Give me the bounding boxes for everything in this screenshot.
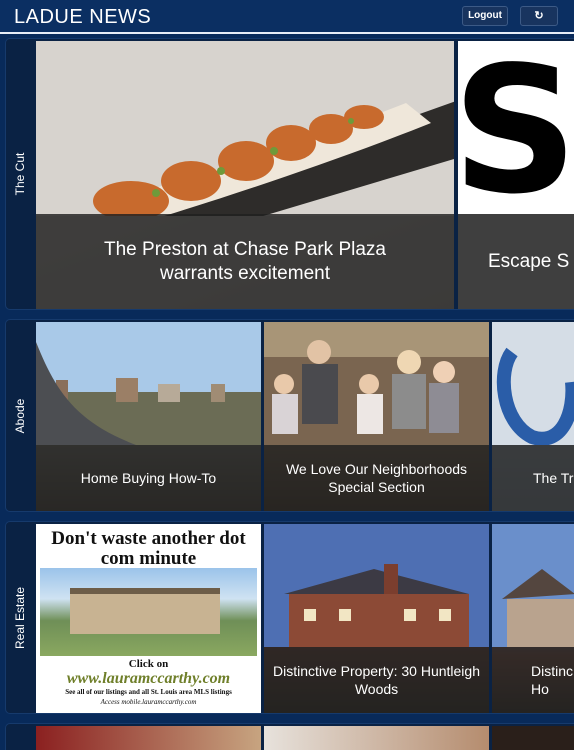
card-caption: The Preston at Chase Park Plaza warrants… (36, 214, 454, 309)
skyline-photo (36, 322, 261, 445)
article-card-distinctive-property[interactable]: Distinctive Property: 30 Huntleigh Woods (264, 524, 489, 713)
article-card-neighborhoods[interactable]: We Love Our Neighborhoods Special Sectio… (264, 322, 489, 511)
ad-house-shape (70, 588, 220, 634)
top-bar: LADUE NEWS Logout ↻ (0, 0, 574, 34)
section-label-column: The Cut (6, 39, 34, 309)
article-card-trend[interactable]: The Tr (492, 322, 574, 511)
article-card-partial-2[interactable] (264, 726, 489, 750)
article-card-home-buying[interactable]: Home Buying How-To (36, 322, 261, 511)
ad-click-text: Click on (128, 658, 169, 670)
ad-access-text: Access mobile.lauramccarthy.com (100, 698, 197, 706)
property-photo (264, 524, 489, 647)
ad-headline: Don't waste another dot com minute (51, 528, 246, 569)
card-caption: We Love Our Neighborhoods Special Sectio… (264, 445, 489, 511)
food-photo (36, 41, 454, 216)
advertisement-card[interactable]: Don't waste another dot com minute Click… (36, 524, 261, 713)
section-label-column: Real Estate (6, 522, 34, 713)
section-label-column: Abode (6, 320, 34, 511)
card-caption: Escape S (458, 214, 574, 309)
trend-photo (492, 322, 574, 445)
refresh-icon: ↻ (534, 10, 544, 22)
card-caption: Distinc Ho (492, 647, 574, 713)
escape-image-text: SC (458, 41, 574, 216)
article-card-distinctive-2[interactable]: Distinc Ho (492, 524, 574, 713)
app-logo: LADUE NEWS (14, 6, 152, 28)
section-abode: Abode Home Buying How-To We Love Our Nei… (5, 319, 574, 512)
section-partial (5, 723, 574, 750)
card-caption: The Tr (492, 445, 574, 511)
ad-listings-text: See all of our listings and all St. Loui… (65, 688, 232, 696)
ad-url[interactable]: www.lauramccarthy.com (36, 670, 261, 688)
card-caption: Home Buying How-To (36, 445, 261, 511)
family-photo (264, 322, 489, 445)
section-label: The Cut (13, 152, 27, 196)
logout-button[interactable]: Logout (462, 6, 508, 26)
article-card-partial-3[interactable] (492, 726, 574, 750)
refresh-button[interactable]: ↻ (520, 6, 558, 26)
property-photo-2 (492, 524, 574, 647)
article-card-partial-1[interactable] (36, 726, 261, 750)
section-the-cut: The Cut The Preston at Chase Park Plaza … (5, 38, 574, 310)
card-caption: Distinctive Property: 30 Huntleigh Woods (264, 647, 489, 713)
article-card-preston[interactable]: The Preston at Chase Park Plaza warrants… (36, 41, 454, 309)
section-label: Abode (13, 398, 27, 433)
article-card-escape[interactable]: SC Escape S (458, 41, 574, 309)
section-real-estate: Real Estate Don't waste another dot com … (5, 521, 574, 714)
escape-photo: SC (458, 41, 574, 216)
section-label: Real Estate (13, 586, 27, 649)
